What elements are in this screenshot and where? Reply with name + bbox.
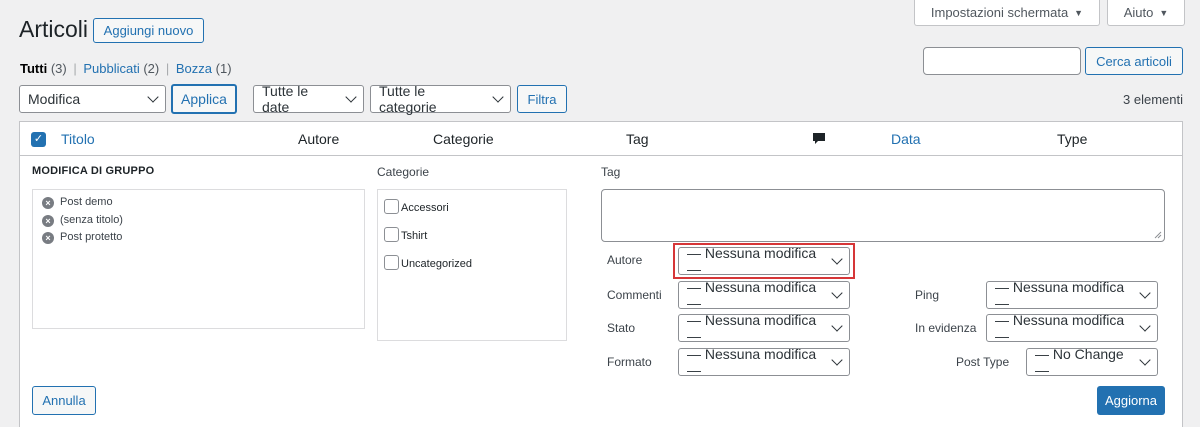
column-date[interactable]: Data	[891, 131, 921, 147]
post-type-label: Post Type	[956, 355, 1010, 369]
separator: |	[73, 61, 77, 76]
column-author: Autore	[298, 131, 340, 147]
update-button[interactable]: Aggiorna	[1097, 386, 1165, 415]
page-title: Articoli	[19, 16, 89, 42]
post-title: (senza titolo)	[60, 213, 123, 226]
caret-down-icon: ▼	[1159, 7, 1169, 18]
status-select-value: — Nessuna modifica —	[687, 312, 817, 344]
column-title[interactable]: Titolo	[61, 131, 95, 147]
chevron-down-icon	[831, 354, 843, 366]
column-tags: Tag	[626, 131, 649, 147]
bulk-edit-heading: MODIFICA DI GRUPPO	[32, 165, 155, 177]
filter-all-count: (3)	[50, 61, 67, 76]
post-type-select[interactable]: — No Change —	[1026, 346, 1158, 378]
date-filter-select[interactable]: Tutte le date	[253, 83, 364, 115]
chevron-down-icon	[147, 91, 159, 103]
remove-icon[interactable]: ×	[42, 232, 54, 244]
chevron-down-icon	[492, 91, 504, 103]
category-label: Tshirt	[401, 230, 428, 242]
category-label: Accessori	[401, 202, 449, 214]
comment-icon[interactable]	[812, 132, 826, 149]
date-filter-value: Tutte le date	[262, 83, 309, 115]
tags-label: Tag	[601, 165, 621, 179]
categories-checklist: Accessori Tshirt Uncategorized	[377, 189, 567, 341]
resize-handle-icon[interactable]	[1154, 231, 1162, 239]
help-label: Aiuto	[1123, 5, 1154, 20]
screen-options-label: Impostazioni schermata	[930, 5, 1069, 20]
filter-button[interactable]: Filtra	[517, 85, 567, 113]
category-option[interactable]: Uncategorized	[384, 255, 560, 283]
status-select[interactable]: — Nessuna modifica —	[678, 312, 850, 344]
select-all-checkbox[interactable]: ✓	[31, 132, 46, 147]
author-label: Autore	[607, 253, 643, 267]
chevron-down-icon	[831, 287, 843, 299]
chevron-down-icon	[1139, 287, 1151, 299]
post-title: Post demo	[60, 196, 113, 208]
tags-textarea[interactable]	[601, 189, 1165, 242]
post-type-select-value: — No Change —	[1035, 346, 1124, 378]
comments-select-value: — Nessuna modifica —	[687, 279, 817, 311]
format-select-value: — Nessuna modifica —	[687, 346, 817, 378]
separator: |	[165, 61, 170, 76]
chevron-down-icon	[345, 91, 357, 103]
category-option[interactable]: Accessori	[384, 199, 560, 227]
sticky-select[interactable]: — Nessuna modifica —	[986, 312, 1158, 344]
add-new-button[interactable]: Aggiungi nuovo	[93, 18, 204, 43]
caret-down-icon: ▼	[1074, 7, 1084, 18]
cancel-button[interactable]: Annulla	[32, 386, 96, 415]
ping-select-value: — Nessuna modifica —	[995, 279, 1125, 311]
search-button[interactable]: Cerca articoli	[1085, 47, 1183, 75]
filter-draft[interactable]: Bozza	[176, 61, 212, 76]
author-select-value: — Nessuna modifica —	[687, 245, 817, 277]
filter-published[interactable]: Pubblicati	[83, 61, 139, 76]
item-count: 3 elementi	[1123, 92, 1183, 107]
sticky-select-value: — Nessuna modifica —	[995, 312, 1125, 344]
bulk-edit-post-list: × Post demo × (senza titolo) × Post protett…	[32, 189, 365, 329]
chevron-down-icon	[831, 320, 843, 332]
search-input[interactable]	[923, 47, 1081, 75]
filter-draft-count: (1)	[215, 61, 232, 76]
chevron-down-icon	[1139, 320, 1151, 332]
screen-options-button[interactable]: Impostazioni schermata ▼	[914, 0, 1100, 26]
chevron-down-icon	[831, 253, 843, 265]
status-label: Stato	[607, 321, 636, 335]
list-item: × (senza titolo)	[42, 212, 355, 230]
chevron-down-icon	[1139, 354, 1151, 366]
post-title: Post protetto	[60, 231, 123, 243]
column-categories: Categorie	[433, 131, 494, 147]
status-filters: Tutti (3) | Pubblicati (2) | Bozza (1)	[20, 61, 232, 76]
sticky-label: In evidenza	[915, 321, 977, 335]
categories-label: Categorie	[377, 165, 430, 179]
category-option[interactable]: Tshirt	[384, 227, 560, 255]
bulk-action-select[interactable]: Modifica	[19, 85, 166, 113]
ping-select[interactable]: — Nessuna modifica —	[986, 279, 1158, 311]
table-header: ✓ Titolo Autore Categorie Tag Data Type	[20, 122, 1182, 156]
help-button[interactable]: Aiuto ▼	[1107, 0, 1185, 26]
checkbox[interactable]	[384, 255, 399, 270]
filter-all[interactable]: Tutti	[20, 61, 47, 76]
remove-icon[interactable]: ×	[42, 197, 54, 209]
bulk-action-value: Modifica	[28, 91, 81, 107]
list-item: × Post demo	[42, 194, 355, 212]
category-label: Uncategorized	[401, 258, 472, 270]
format-label: Formato	[607, 355, 652, 369]
remove-icon[interactable]: ×	[42, 214, 54, 227]
list-item: × Post protetto	[42, 229, 355, 247]
filter-published-count: (2)	[143, 61, 160, 76]
author-select[interactable]: — Nessuna modifica —	[678, 245, 850, 277]
apply-button[interactable]: Applica	[171, 84, 237, 114]
column-type: Type	[1057, 131, 1088, 147]
category-filter-select[interactable]: Tutte le categorie	[370, 83, 511, 115]
checkbox[interactable]	[384, 199, 399, 214]
comments-select[interactable]: — Nessuna modifica —	[678, 279, 850, 311]
category-filter-value: Tutte le categorie	[379, 83, 437, 115]
comments-label: Commenti	[607, 288, 662, 302]
posts-table: ✓ Titolo Autore Categorie Tag Data Type …	[19, 121, 1183, 427]
checkbox[interactable]	[384, 227, 399, 242]
ping-label: Ping	[915, 288, 940, 302]
format-select[interactable]: — Nessuna modifica —	[678, 346, 850, 378]
